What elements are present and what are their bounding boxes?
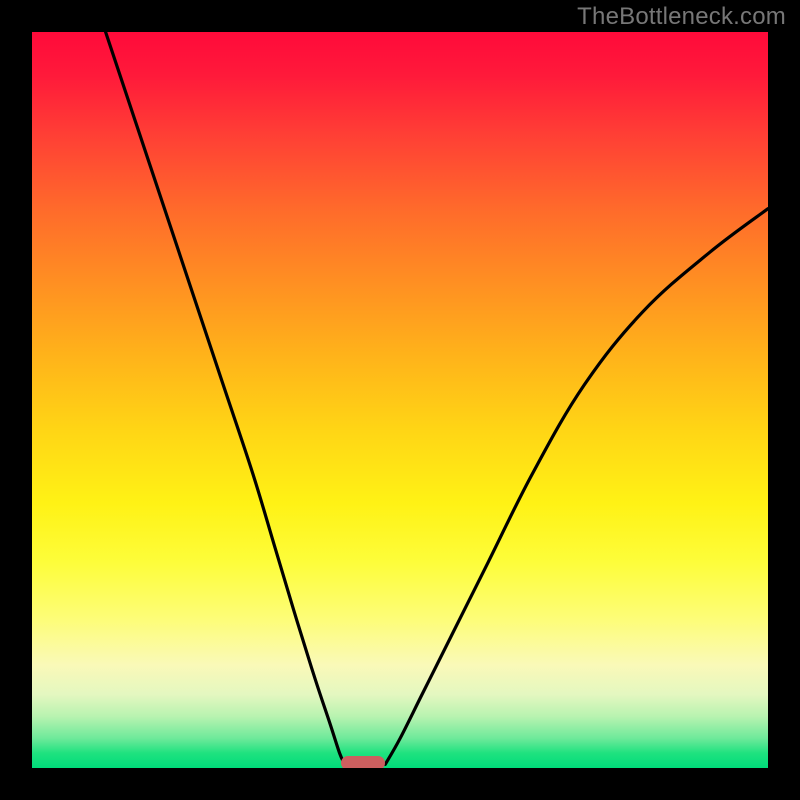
watermark-text: TheBottleneck.com xyxy=(577,3,786,31)
right-curve xyxy=(385,209,768,765)
plot-area xyxy=(32,32,768,768)
left-curve xyxy=(106,32,345,764)
bottleneck-marker xyxy=(341,756,385,768)
curves-svg xyxy=(32,32,768,768)
chart-frame: TheBottleneck.com xyxy=(0,0,800,800)
